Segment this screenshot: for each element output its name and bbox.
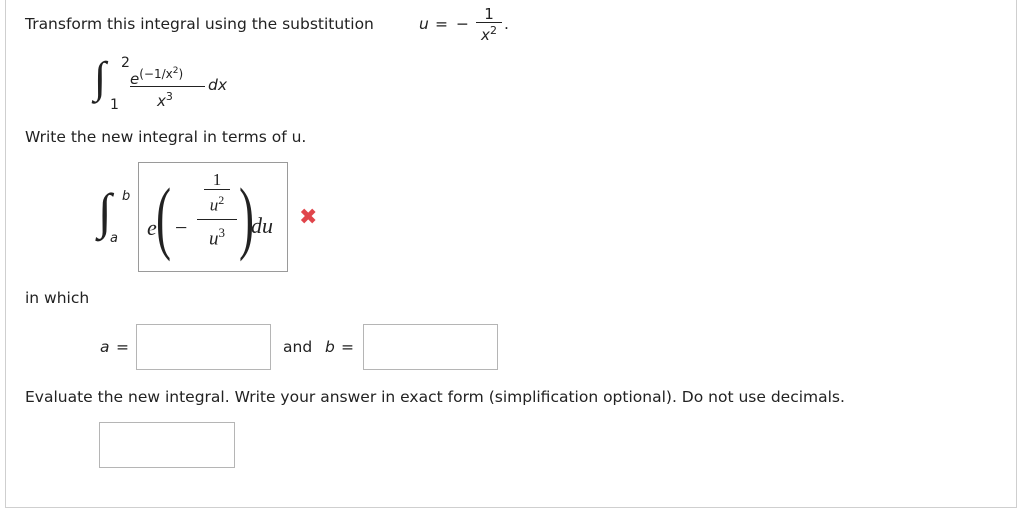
new-integral-prompt: Write the new integral in terms of u. [25, 128, 307, 146]
integrand-bar [130, 86, 205, 87]
integrand-denominator: x3 [157, 90, 173, 110]
new-integral-answer-field[interactable]: e ( − 1 u2 u3 ) du [138, 162, 288, 272]
a-equals: = [116, 338, 129, 356]
sub-numerator: 1 [484, 5, 494, 23]
intro-text: Transform this integral using the substi… [25, 15, 374, 33]
integrand-numerator: e(−1/x2) [130, 66, 184, 88]
inner-fraction: 1 u2 [204, 171, 230, 216]
incorrect-x-icon: ✖ [299, 205, 318, 230]
sub-minus: − [456, 15, 469, 33]
a-label: a [100, 338, 110, 356]
sub-equals: = [435, 15, 448, 33]
lower-limit: 1 [110, 97, 119, 113]
answer-minus: − [175, 215, 188, 240]
new-upper-limit: b [122, 189, 131, 204]
integral-sign: ∫ [94, 53, 107, 102]
left-paren: ( [156, 171, 172, 262]
b-equals: = [341, 338, 354, 356]
upper-limit: 2 [121, 55, 130, 71]
and-label: and [283, 338, 313, 356]
evaluate-prompt: Evaluate the new integral. Write your an… [25, 388, 845, 406]
sub-variable: u [419, 15, 429, 33]
sub-denominator: x2 [481, 24, 497, 44]
inner-denominator: u2 [209, 193, 225, 215]
substitution-fraction: 1 x2 [476, 7, 502, 43]
dx-label: dx [208, 76, 228, 94]
inner-numerator: 1 [212, 170, 222, 189]
outer-fraction-bar [197, 218, 237, 220]
du-label: du [251, 213, 273, 238]
upper-bound-b-input[interactable] [363, 324, 498, 370]
b-label: b [325, 338, 335, 356]
new-lower-limit: a [110, 231, 118, 246]
final-answer-input[interactable] [99, 422, 235, 468]
in-which-label: in which [25, 289, 90, 307]
outer-fraction: 1 u2 u3 [197, 171, 237, 250]
outer-denominator: u3 [209, 224, 225, 249]
sub-period: . [504, 15, 509, 33]
lower-bound-a-input[interactable] [136, 324, 271, 370]
